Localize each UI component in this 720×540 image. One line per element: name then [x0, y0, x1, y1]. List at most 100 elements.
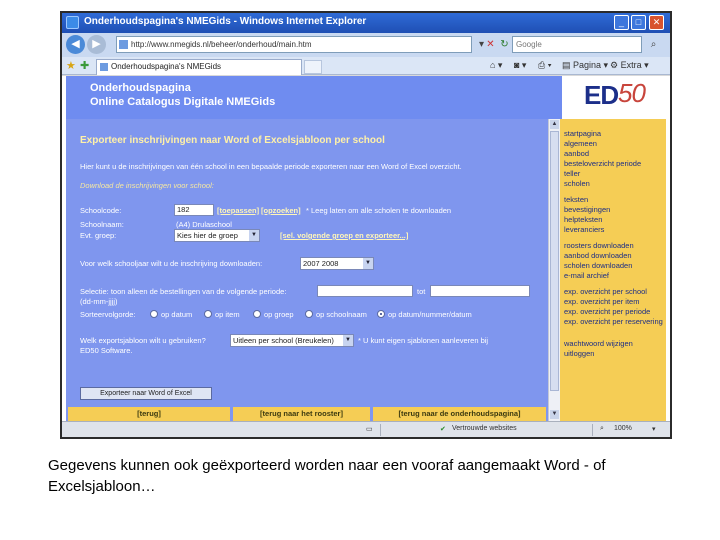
sort-option-datenumber: op datum/nummer/datum — [388, 310, 472, 319]
status-zone: Vertrouwde websites — [452, 425, 517, 432]
tools-menu-label: Extra — [620, 60, 642, 70]
new-tab-button[interactable] — [304, 60, 322, 74]
maximize-icon[interactable]: □ — [631, 15, 646, 30]
sidebar-item-aanbod[interactable]: aanbod — [564, 149, 589, 158]
intro-text: Hier kunt u de inschrijvingen van één sc… — [80, 162, 462, 171]
tab-label: Onderhoudspagina's NMEGids — [111, 62, 222, 71]
sidebar-item-roosters[interactable]: roosters downloaden — [564, 241, 634, 250]
slide-caption: Gegevens kunnen ook geëxporteerd worden … — [48, 457, 606, 495]
sidebar-item-besteloverzicht[interactable]: besteloverzicht periode — [564, 159, 641, 168]
close-icon[interactable]: ✕ — [649, 15, 664, 30]
minimize-icon[interactable]: _ — [614, 15, 629, 30]
toepassen-link[interactable]: [toepassen] — [217, 206, 259, 215]
chevron-down-icon: ▼ — [249, 230, 259, 241]
schooljaar-label: Voor welk schooljaar wilt u de inschrijv… — [80, 259, 263, 268]
export-button[interactable]: Exporteer naar Word of Excel — [80, 387, 212, 400]
sidebar-item-aanbod-download[interactable]: aanbod downloaden — [564, 251, 632, 260]
sjabloon-select[interactable]: Uitleen per school (Breukelen) ▼ — [230, 334, 354, 347]
sidebar-item-teller[interactable]: teller — [564, 169, 580, 178]
status-divider — [380, 424, 381, 436]
address-input[interactable]: http://www.nmegids.nl/beheer/onderhoud/m… — [116, 36, 472, 53]
forward-icon[interactable]: ▶ — [87, 35, 106, 54]
periode-tot: tot — [417, 287, 426, 296]
sidebar-item-exp-periode[interactable]: exp. overzicht per periode — [564, 307, 650, 316]
groep-select[interactable]: Kies hier de groep ▼ — [174, 229, 260, 242]
periode-end-input[interactable] — [430, 285, 530, 297]
zoom-icon[interactable]: ⌕ — [600, 425, 604, 433]
scroll-down-icon[interactable]: ▼ — [550, 410, 559, 419]
periode-start-input[interactable] — [317, 285, 413, 297]
sidebar-item-bevestigingen[interactable]: bevestigingen — [564, 205, 610, 214]
refresh-icon[interactable]: ↻ — [497, 37, 512, 52]
schoolnaam-label: Schoolnaam: — [80, 220, 124, 229]
sort-option-date: op datum — [161, 310, 193, 319]
sort-option-school: op schoolnaam — [316, 310, 367, 319]
footer-link-onderhoud[interactable]: [terug naar de onderhoudspagina] — [373, 407, 546, 421]
logo-50: 50 — [618, 78, 646, 108]
sort-radio-group[interactable] — [253, 310, 261, 318]
page-menu[interactable]: ▤ Pagina ▾ — [562, 60, 608, 71]
tab-page-icon — [100, 63, 108, 71]
favorites-star-icon[interactable]: ★ — [66, 59, 76, 72]
groep-value: Kies hier de groep — [177, 231, 238, 240]
sidebar-item-scholen-download[interactable]: scholen downloaden — [564, 261, 632, 270]
schoolcode-value: 182 — [177, 205, 190, 214]
opzoeken-link[interactable]: [opzoeken] — [261, 206, 301, 215]
scroll-thumb[interactable] — [550, 131, 559, 391]
search-icon[interactable]: ⌕ — [646, 37, 661, 52]
slide: Onderhoudspagina's NMEGids - Windows Int… — [0, 0, 720, 540]
search-placeholder: Google — [516, 40, 542, 49]
zoom-dropdown-icon[interactable]: ▾ — [652, 425, 656, 433]
sidebar-item-email-archief[interactable]: e-mail archief — [564, 271, 609, 280]
schooljaar-select[interactable]: 2007 2008 ▼ — [300, 257, 374, 270]
sidebar-item-algemeen[interactable]: algemeen — [564, 139, 597, 148]
search-input[interactable]: Google — [512, 36, 642, 53]
feeds-icon[interactable]: ◙ ▾ — [514, 60, 526, 71]
sidebar-item-helpteksten[interactable]: helpteksten — [564, 215, 602, 224]
tab-active[interactable]: Onderhoudspagina's NMEGids — [96, 59, 302, 75]
download-subheading: Download de inschrijvingen voor school: — [80, 181, 214, 190]
tools-menu[interactable]: ⚙ Extra ▾ — [610, 60, 649, 71]
page-content: Onderhoudspagina Online Catalogus Digita… — [62, 76, 670, 421]
footer-link-rooster[interactable]: [terug naar het rooster] — [233, 407, 370, 421]
sidebar-item-wachtwoord[interactable]: wachtwoord wijzigen — [564, 339, 633, 348]
stop-icon[interactable]: ✕ — [483, 37, 498, 52]
sidebar-item-leveranciers[interactable]: leveranciers — [564, 225, 604, 234]
home-icon[interactable]: ⌂ ▾ — [490, 60, 502, 71]
sort-radio-school[interactable] — [305, 310, 313, 318]
sidebar-item-uitloggen[interactable]: uitloggen — [564, 349, 594, 358]
schoolcode-input[interactable]: 182 — [174, 204, 214, 216]
zoom-level[interactable]: 100% — [614, 425, 632, 432]
sidebar-item-exp-item[interactable]: exp. overzicht per item — [564, 297, 639, 306]
page-icon — [119, 40, 128, 49]
add-favorite-icon[interactable]: ✚ — [80, 59, 89, 72]
sidebar-item-startpagina[interactable]: startpagina — [564, 129, 601, 138]
ie-icon — [66, 16, 79, 29]
sidebar-item-scholen[interactable]: scholen — [564, 179, 590, 188]
footer-link-back[interactable]: [terug] — [68, 407, 230, 421]
page-banner: Onderhoudspagina Online Catalogus Digita… — [66, 76, 562, 119]
sjabloon-hint: * U kunt eigen sjablonen aanleveren bij — [358, 336, 489, 345]
browser-window: Onderhoudspagina's NMEGids - Windows Int… — [60, 11, 672, 439]
chevron-down-icon: ▼ — [363, 258, 373, 269]
groep-export-link[interactable]: [sel. volgende groep en exporteer...] — [280, 231, 408, 240]
vertical-scrollbar[interactable]: ▲ ▼ — [548, 119, 560, 421]
form-heading: Exporteer inschrijvingen naar Word of Ex… — [80, 135, 385, 146]
scroll-up-icon[interactable]: ▲ — [550, 120, 559, 129]
back-icon[interactable]: ◀ — [66, 35, 85, 54]
schooljaar-value: 2007 2008 — [303, 259, 339, 268]
status-divider — [592, 424, 593, 436]
sort-radio-datenumber[interactable] — [377, 310, 385, 318]
sort-option-item: op item — [215, 310, 240, 319]
sidebar-item-exp-school[interactable]: exp. overzicht per school — [564, 287, 647, 296]
periode-format: (dd-mm-jjjj) — [80, 297, 118, 306]
sidebar-item-teksten[interactable]: teksten — [564, 195, 588, 204]
sjabloon-hint2: ED50 Software. — [80, 346, 133, 355]
window-title: Onderhoudspagina's NMEGids - Windows Int… — [84, 16, 367, 27]
periode-label: Selectie: toon alleen de bestellingen va… — [80, 287, 287, 296]
print-icon[interactable]: ⎙ ▾ — [538, 60, 551, 71]
sort-radio-date[interactable] — [150, 310, 158, 318]
sidebar-item-exp-reservering[interactable]: exp. overzicht per reservering — [564, 317, 664, 326]
sort-radio-item[interactable] — [204, 310, 212, 318]
tab-bar: ★ ✚ Onderhoudspagina's NMEGids ⌂ ▾ ◙ ▾ ⎙… — [62, 57, 670, 75]
